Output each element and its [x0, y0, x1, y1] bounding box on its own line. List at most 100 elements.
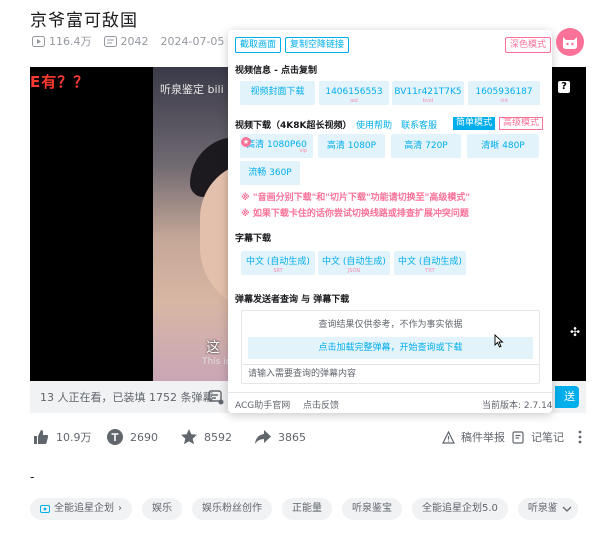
cid-tag: cid	[500, 98, 508, 104]
vip-tag: vip	[299, 148, 307, 154]
chevron-down-icon	[562, 506, 572, 512]
viewer-bar-text: 13 人正在看，已装填 1752 条弹幕	[40, 391, 214, 404]
bvid-tag: bvid	[422, 98, 434, 104]
quality-360p-label: 流畅 360P	[248, 168, 292, 178]
more-vertical-icon	[578, 430, 582, 444]
cat-face-icon	[563, 37, 577, 49]
note-label: 记笔记	[531, 431, 564, 444]
subtitle-srt-label: 中文 (自动生成)	[246, 257, 310, 267]
help-icon[interactable]: ?	[558, 81, 570, 93]
play-count-icon	[32, 35, 45, 47]
bvid-copy-button[interactable]: BV11r421T7K5 bvid	[392, 81, 464, 105]
tag-item[interactable]: 听泉鉴宝	[342, 498, 402, 520]
favorite-count: 8592	[204, 430, 232, 444]
video-overlay-text: E有？？	[30, 73, 90, 91]
danmaku-section-title: 弹幕发送者查询 与 弹幕下载	[235, 295, 350, 305]
warning-stuck-download: ※ 如果下载卡住的话你尝试切换线路或排查扩展冲突问题	[241, 209, 469, 219]
download-section-title: 视频下载（4K8K超长视频）	[235, 121, 352, 131]
like-count: 10.9万	[56, 431, 92, 444]
acg-helper-avatar-button[interactable]	[556, 28, 584, 56]
dark-mode-button[interactable]: 深色模式	[505, 37, 552, 53]
video-subtitle: 这	[206, 340, 220, 356]
send-danmaku-button[interactable]: 送	[555, 386, 579, 408]
expand-icon[interactable]: ✣	[570, 325, 580, 339]
version-text: 当前版本: 2.7.14	[482, 401, 553, 411]
danmaku-toggle-icon[interactable]	[208, 389, 224, 405]
copy-link-button[interactable]: 复制空降链接	[285, 37, 350, 53]
coin-icon	[107, 429, 123, 445]
simple-mode-toggle[interactable]: 简单模式	[453, 117, 496, 130]
warning-advanced-mode: ※ "音画分别下载"和"切片下载"功能请切换至"高级模式"	[241, 193, 471, 203]
note-button[interactable]: 记笔记	[512, 426, 564, 448]
subtitle-txt-label: 中文 (自动生成)	[398, 257, 462, 267]
view-count-text: 116.4万	[49, 35, 92, 48]
cid-value: 1605936187	[475, 87, 533, 97]
subtitle-txt-button[interactable]: 中文 (自动生成) TXT	[394, 251, 466, 275]
support-link[interactable]: 联系客服	[401, 118, 437, 131]
aid-value: 1406156553	[325, 87, 383, 97]
mouse-cursor-icon	[494, 334, 504, 348]
tag-label: 全能追星企划	[54, 503, 114, 514]
txt-tag: TXT	[425, 268, 435, 274]
thumbs-up-icon	[34, 430, 49, 444]
share-button[interactable]: 3865	[254, 426, 306, 448]
like-button[interactable]: 10.9万	[32, 426, 92, 448]
note-icon	[512, 430, 524, 444]
share-icon	[255, 430, 271, 444]
screenshot-button[interactable]: 截取画面	[235, 37, 282, 53]
view-count: 116.4万	[32, 33, 92, 49]
cid-copy-button[interactable]: 1605936187 cid	[468, 81, 540, 105]
subtitle-srt-button[interactable]: 中文 (自动生成) SRT	[241, 251, 315, 275]
quality-480p-button[interactable]: 清晰 480P	[467, 134, 539, 158]
quality-720p-button[interactable]: 高清 720P	[391, 134, 461, 158]
quality-1080p60-button[interactable]: 高清 1080P60 vip	[240, 134, 313, 158]
danmaku-search-input[interactable]	[242, 364, 539, 383]
srt-tag: SRT	[273, 268, 283, 274]
video-title: 京爷富可敌国	[30, 11, 138, 31]
feedback-link[interactable]: 点击反馈	[303, 398, 339, 411]
quality-1080p-button[interactable]: 高清 1080P	[318, 134, 385, 158]
danmaku-count-text: 2042	[120, 34, 149, 48]
star-icon	[181, 429, 197, 445]
topic-icon	[40, 505, 50, 513]
subtitle-json-button[interactable]: 中文 (自动生成) JSON	[318, 251, 390, 275]
report-button[interactable]: 稿件举报	[442, 426, 505, 448]
acg-helper-panel: 截取画面 复制空降链接 深色模式 视频信息 - 点击复制 视频封面下载 1406…	[228, 30, 553, 413]
coin-button[interactable]: 2690	[106, 426, 158, 448]
query-disclaimer: 查询结果仅供参考，不作为事实依据	[318, 320, 463, 330]
subtitle-json-label: 中文 (自动生成)	[322, 257, 386, 267]
quality-1080p-label: 高清 1080P	[326, 141, 377, 151]
expand-tags-button[interactable]	[556, 498, 578, 520]
tag-item[interactable]: 娱乐粉丝创作	[192, 498, 272, 520]
tag-item[interactable]: 正能量	[282, 498, 332, 520]
official-site-link[interactable]: ACG助手官网	[235, 398, 290, 411]
tag-item[interactable]: 全能追星企划 ›	[30, 498, 132, 520]
tag-list: 全能追星企划 › 娱乐 娱乐粉丝创作 正能量 听泉鉴宝 全能追星企划5.0 听泉…	[30, 498, 588, 522]
aid-tag: aid	[350, 98, 358, 104]
chevron-right-icon: ›	[118, 503, 122, 514]
video-description: -	[30, 470, 35, 484]
panel-footer: ACG助手官网 点击反馈 当前版本: 2.7.14	[228, 392, 553, 413]
share-count: 3865	[278, 430, 306, 444]
cover-download-button[interactable]: 视频封面下载	[240, 81, 315, 105]
help-link[interactable]: 使用帮助	[356, 118, 392, 131]
report-label: 稿件举报	[461, 431, 505, 444]
more-options-button[interactable]	[577, 426, 589, 448]
video-watermark: 听泉鉴定 bili	[160, 83, 224, 96]
danmaku-icon	[103, 35, 117, 47]
cover-download-label: 视频封面下载	[250, 87, 305, 97]
quality-720p-label: 高清 720P	[404, 141, 448, 151]
favorite-button[interactable]: 8592	[180, 426, 232, 448]
info-section-title: 视频信息 - 点击复制	[235, 66, 318, 76]
quality-360p-button[interactable]: 流畅 360P	[240, 161, 300, 185]
advanced-mode-toggle[interactable]: 高级模式	[499, 117, 544, 130]
aid-copy-button[interactable]: 1406156553 aid	[319, 81, 389, 105]
load-danmaku-button[interactable]: 点击加载完整弹幕，开始查询或下载	[248, 337, 533, 359]
quality-480p-label: 清晰 480P	[481, 141, 525, 151]
bvid-value: BV11r421T7K5	[394, 87, 462, 97]
tag-item[interactable]: 全能追星企划5.0	[412, 498, 508, 520]
json-tag: JSON	[347, 268, 361, 274]
vip-star-icon: ★	[241, 137, 251, 147]
tag-item[interactable]: 娱乐	[142, 498, 182, 520]
warning-icon	[442, 430, 455, 444]
